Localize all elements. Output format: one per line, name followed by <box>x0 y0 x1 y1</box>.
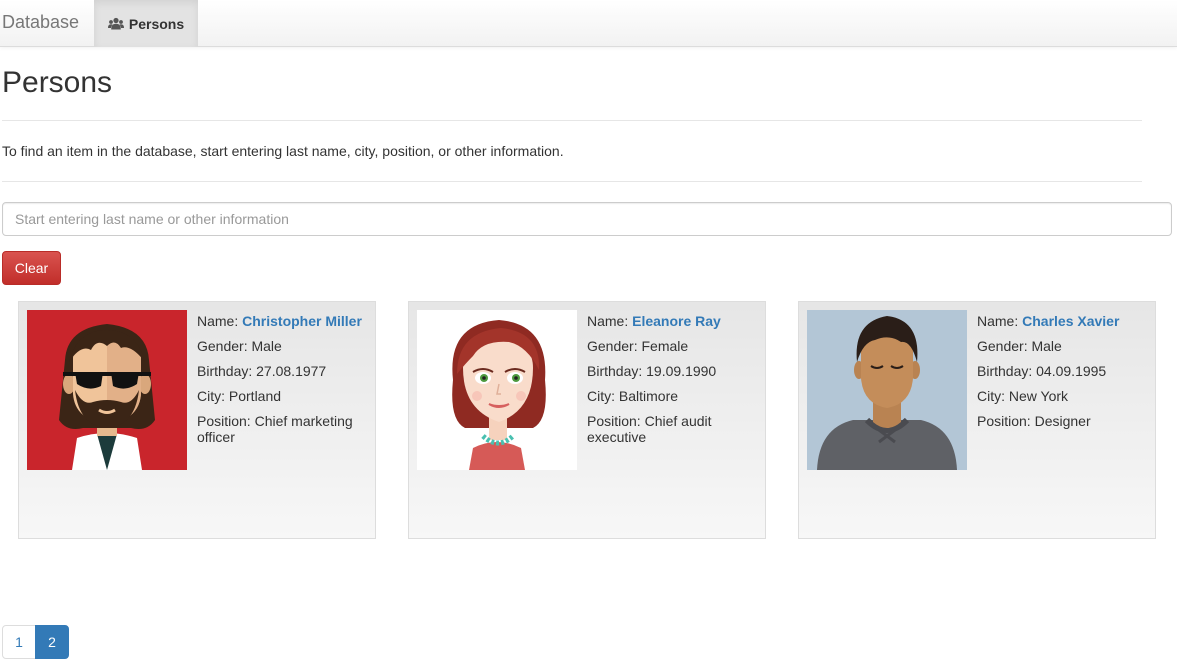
person-gender: Female <box>641 338 689 354</box>
divider <box>2 181 1142 182</box>
tab-persons[interactable]: Persons <box>94 0 198 47</box>
person-name-link[interactable]: Charles Xavier <box>1022 313 1119 329</box>
name-label: Name: <box>977 313 1019 329</box>
person-card: Name: Christopher Miller Gender: Male Bi… <box>18 301 376 539</box>
birthday-label: Birthday: <box>587 363 643 379</box>
tab-persons-label: Persons <box>128 15 185 32</box>
pagination: 1 2 <box>2 625 69 659</box>
birthday-label: Birthday: <box>197 363 253 379</box>
person-position: Designer <box>1034 413 1091 429</box>
page-button-1[interactable]: 1 <box>2 625 36 659</box>
person-gender: Male <box>251 338 282 354</box>
gender-label: Gender: <box>977 338 1028 354</box>
position-label: Position: <box>197 413 251 429</box>
bearded-man-sunglasses-avatar <box>27 310 187 470</box>
birthday-label: Birthday: <box>977 363 1033 379</box>
young-man-avatar <box>807 310 967 470</box>
gender-label: Gender: <box>197 338 248 354</box>
city-label: City: <box>587 388 615 404</box>
gender-label: Gender: <box>587 338 638 354</box>
search-hint: To find an item in the database, start e… <box>2 143 564 159</box>
users-icon <box>107 17 124 31</box>
clear-button[interactable]: Clear <box>2 251 61 285</box>
person-birthday: 27.08.1977 <box>256 363 327 379</box>
person-name-link[interactable]: Eleanore Ray <box>632 313 721 329</box>
person-info: Name: Charles Xavier Gender: Male Birthd… <box>977 313 1149 438</box>
person-info: Name: Eleanore Ray Gender: Female Birthd… <box>587 313 759 454</box>
city-label: City: <box>977 388 1005 404</box>
navbar: Database Persons <box>0 0 1177 47</box>
search-input[interactable] <box>2 202 1172 236</box>
position-label: Position: <box>977 413 1031 429</box>
person-birthday: 04.09.1995 <box>1036 363 1107 379</box>
name-label: Name: <box>197 313 239 329</box>
person-birthday: 19.09.1990 <box>646 363 717 379</box>
person-city: New York <box>1008 388 1069 404</box>
person-card: Name: Charles Xavier Gender: Male Birthd… <box>798 301 1156 539</box>
navbar-brand[interactable]: Database <box>2 11 79 33</box>
divider <box>2 120 1142 121</box>
position-label: Position: <box>587 413 641 429</box>
page-button-2[interactable]: 2 <box>35 625 69 659</box>
page-title: Persons <box>2 66 113 99</box>
city-label: City: <box>197 388 225 404</box>
person-card: Name: Eleanore Ray Gender: Female Birthd… <box>408 301 766 539</box>
person-gender: Male <box>1031 338 1062 354</box>
person-city: Baltimore <box>618 388 679 404</box>
name-label: Name: <box>587 313 629 329</box>
person-name-link[interactable]: Christopher Miller <box>242 313 362 329</box>
person-city: Portland <box>228 388 282 404</box>
red-haired-woman-avatar <box>417 310 577 470</box>
person-info: Name: Christopher Miller Gender: Male Bi… <box>197 313 369 454</box>
